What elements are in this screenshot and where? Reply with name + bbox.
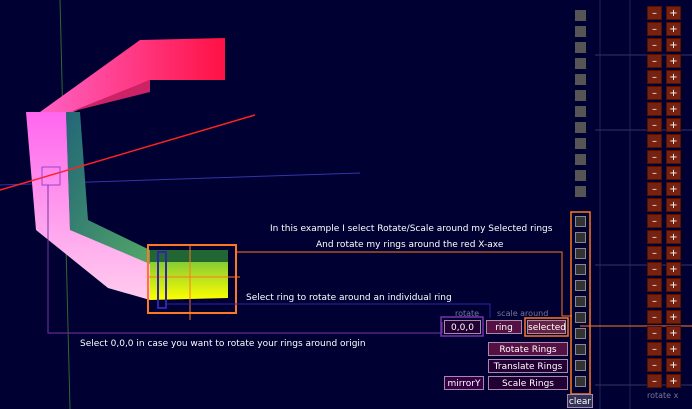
ring-toggle-selected[interactable] bbox=[575, 312, 586, 323]
ring-button[interactable]: ring bbox=[486, 320, 522, 334]
decrement-button[interactable]: – bbox=[647, 262, 662, 276]
decrement-button[interactable]: – bbox=[647, 326, 662, 340]
decrement-button[interactable]: – bbox=[647, 38, 662, 52]
increment-button[interactable]: + bbox=[666, 198, 681, 212]
ring-toggle[interactable] bbox=[575, 122, 586, 133]
annotation-select-origin: Select 0,0,0 in case you want to rotate … bbox=[80, 339, 366, 349]
ring-toggle-selected[interactable] bbox=[575, 248, 586, 259]
ring-toggle[interactable] bbox=[575, 42, 586, 53]
decrement-button[interactable]: – bbox=[647, 278, 662, 292]
increment-button[interactable]: + bbox=[666, 70, 681, 84]
increment-button[interactable]: + bbox=[666, 118, 681, 132]
ring-toggle[interactable] bbox=[575, 106, 586, 117]
increment-button[interactable]: + bbox=[666, 310, 681, 324]
increment-button[interactable]: + bbox=[666, 262, 681, 276]
increment-button[interactable]: + bbox=[666, 294, 681, 308]
increment-button[interactable]: + bbox=[666, 22, 681, 36]
decrement-button[interactable]: – bbox=[647, 70, 662, 84]
rotate-group-label: rotate bbox=[455, 309, 480, 318]
increment-button[interactable]: + bbox=[666, 326, 681, 340]
ring-toggle[interactable] bbox=[575, 58, 586, 69]
ring-toggle[interactable] bbox=[575, 170, 586, 181]
increment-button[interactable]: + bbox=[666, 214, 681, 228]
increment-button[interactable]: + bbox=[666, 150, 681, 164]
ring-toggle[interactable] bbox=[575, 26, 586, 37]
increment-button[interactable]: + bbox=[666, 134, 681, 148]
rotate-x-label: rotate x bbox=[647, 391, 679, 400]
ring-toggle-selected[interactable] bbox=[575, 376, 586, 387]
clear-button[interactable]: clear bbox=[567, 394, 593, 408]
decrement-button[interactable]: – bbox=[647, 294, 662, 308]
increment-button[interactable]: + bbox=[666, 182, 681, 196]
increment-button[interactable]: + bbox=[666, 102, 681, 116]
decrement-button[interactable]: – bbox=[647, 134, 662, 148]
ring-toggle[interactable] bbox=[575, 138, 586, 149]
increment-button[interactable]: + bbox=[666, 54, 681, 68]
decrement-button[interactable]: – bbox=[647, 230, 662, 244]
rotate-rings-button[interactable]: Rotate Rings bbox=[488, 342, 568, 356]
ring-toggle-selected[interactable] bbox=[575, 344, 586, 355]
increment-button[interactable]: + bbox=[666, 246, 681, 260]
decrement-button[interactable]: – bbox=[647, 342, 662, 356]
decrement-button[interactable]: – bbox=[647, 150, 662, 164]
increment-button[interactable]: + bbox=[666, 342, 681, 356]
increment-button[interactable]: + bbox=[666, 374, 681, 388]
decrement-button[interactable]: – bbox=[647, 214, 662, 228]
decrement-button[interactable]: – bbox=[647, 102, 662, 116]
decrement-button[interactable]: – bbox=[647, 358, 662, 372]
ring-toggle[interactable] bbox=[575, 90, 586, 101]
decrement-button[interactable]: – bbox=[647, 166, 662, 180]
ring-toggle-selected[interactable] bbox=[575, 216, 586, 227]
decrement-button[interactable]: – bbox=[647, 246, 662, 260]
decrement-button[interactable]: – bbox=[647, 198, 662, 212]
decrement-button[interactable]: – bbox=[647, 54, 662, 68]
decrement-button[interactable]: – bbox=[647, 374, 662, 388]
ring-toggle-selected[interactable] bbox=[575, 328, 586, 339]
ring-toggle-selected[interactable] bbox=[575, 296, 586, 307]
annotation-line-1: In this example I select Rotate/Scale ar… bbox=[270, 224, 553, 234]
ring-toggle[interactable] bbox=[575, 186, 586, 197]
increment-button[interactable]: + bbox=[666, 6, 681, 20]
ring-toggle[interactable] bbox=[575, 154, 586, 165]
decrement-button[interactable]: – bbox=[647, 182, 662, 196]
increment-button[interactable]: + bbox=[666, 166, 681, 180]
translate-rings-button[interactable]: Translate Rings bbox=[488, 359, 568, 373]
decrement-button[interactable]: – bbox=[647, 86, 662, 100]
selected-button[interactable]: selected bbox=[527, 320, 566, 334]
annotation-select-ring: Select ring to rotate around an individu… bbox=[246, 293, 452, 303]
c-shape-object[interactable] bbox=[26, 38, 228, 300]
ring-toggle-selected[interactable] bbox=[575, 280, 586, 291]
ring-toggle-selected[interactable] bbox=[575, 360, 586, 371]
annotation-line-2: And rotate my rings around the red X-axe bbox=[316, 240, 504, 250]
decrement-button[interactable]: – bbox=[647, 6, 662, 20]
mirror-y-button[interactable]: mirrorY bbox=[444, 376, 484, 390]
scale-around-group-label: scale around bbox=[497, 309, 549, 318]
decrement-button[interactable]: – bbox=[647, 22, 662, 36]
increment-button[interactable]: + bbox=[666, 38, 681, 52]
increment-button[interactable]: + bbox=[666, 86, 681, 100]
ring-toggle-selected[interactable] bbox=[575, 232, 586, 243]
ring-toggle[interactable] bbox=[575, 74, 586, 85]
origin-000-button[interactable]: 0,0,0 bbox=[444, 320, 481, 334]
scale-rings-button[interactable]: Scale Rings bbox=[488, 376, 568, 390]
decrement-button[interactable]: – bbox=[647, 310, 662, 324]
increment-button[interactable]: + bbox=[666, 278, 681, 292]
decrement-button[interactable]: – bbox=[647, 118, 662, 132]
ring-toggle-selected[interactable] bbox=[575, 264, 586, 275]
increment-button[interactable]: + bbox=[666, 230, 681, 244]
increment-button[interactable]: + bbox=[666, 358, 681, 372]
ring-toggle[interactable] bbox=[575, 10, 586, 21]
